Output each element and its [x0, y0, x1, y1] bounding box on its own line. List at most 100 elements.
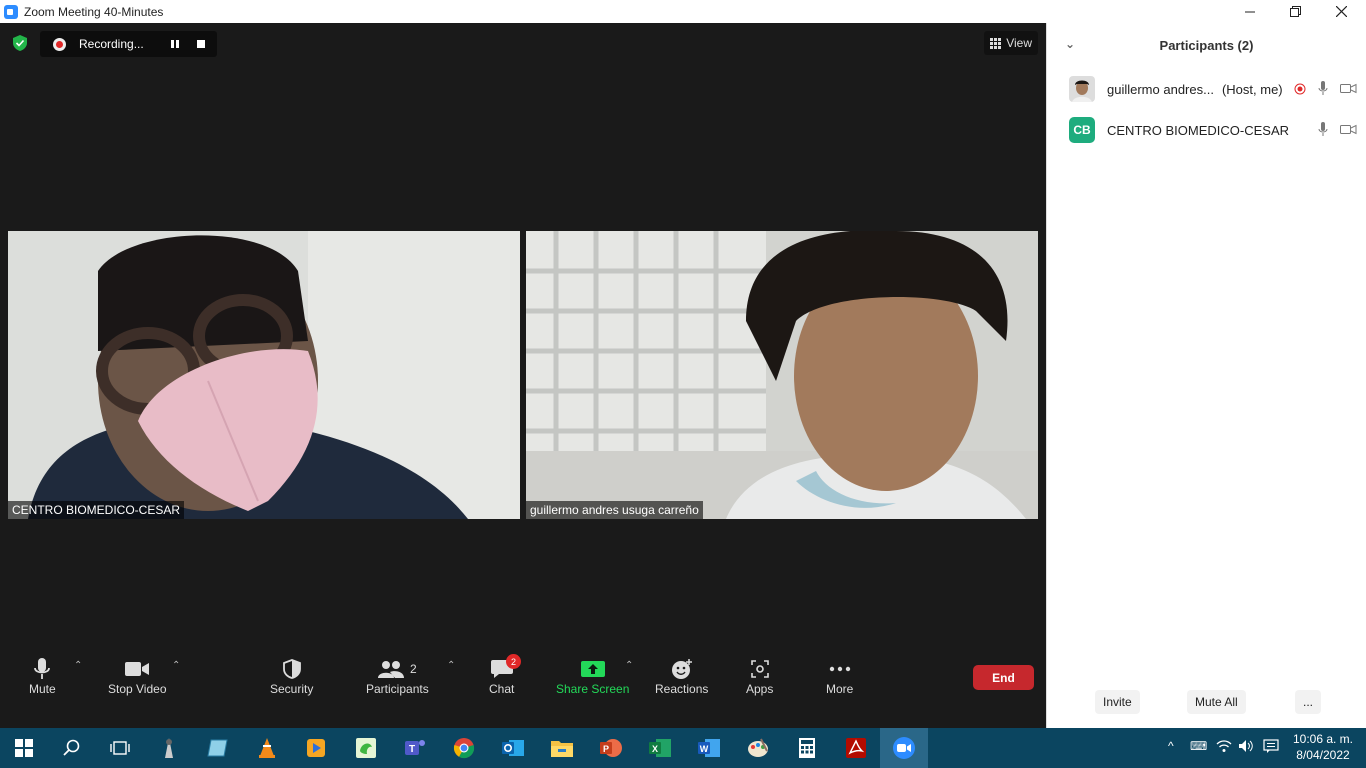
- stop-video-button[interactable]: Stop Video: [108, 656, 167, 696]
- minimize-button[interactable]: [1227, 0, 1273, 23]
- outlook-icon[interactable]: [501, 736, 525, 760]
- mute-button[interactable]: Mute: [29, 656, 56, 696]
- close-button[interactable]: [1318, 0, 1364, 23]
- word-icon[interactable]: W: [697, 736, 721, 760]
- reactions-button[interactable]: Reactions: [655, 656, 708, 696]
- speaker-icon[interactable]: [1238, 739, 1254, 756]
- chevron-up-icon[interactable]: ⌃: [74, 660, 82, 671]
- svg-text:T: T: [409, 744, 415, 755]
- file-explorer-icon[interactable]: [550, 736, 574, 760]
- security-button[interactable]: Security: [270, 656, 313, 696]
- recording-icon: [1294, 83, 1306, 94]
- chevron-up-icon[interactable]: ⌃: [172, 660, 180, 671]
- view-label: View: [1006, 36, 1032, 50]
- microphone-icon: [33, 656, 51, 682]
- recording-indicator: Recording...: [40, 31, 217, 57]
- panel-footer: Invite Mute All ...: [1047, 688, 1366, 718]
- participants-panel: ⌄ Participants (2) guillermo andres... (…: [1046, 23, 1366, 728]
- participant-name: CENTRO BIOMEDICO-CESAR: [1107, 122, 1290, 138]
- meeting-area: Recording... View CENTRO BIOMEDICO-CESAR: [0, 23, 1046, 728]
- participant-video: [526, 231, 1038, 519]
- vlc-icon[interactable]: [255, 736, 279, 760]
- media-player-icon[interactable]: [304, 736, 328, 760]
- recording-dot-icon: [53, 37, 66, 51]
- stop-video-label: Stop Video: [108, 682, 167, 696]
- more-button[interactable]: More: [826, 656, 853, 696]
- app-icon[interactable]: [157, 736, 181, 760]
- search-icon[interactable]: [60, 736, 84, 760]
- security-label: Security: [270, 682, 314, 696]
- invite-button[interactable]: Invite: [1095, 690, 1140, 714]
- clock-date: 8/04/2022: [1296, 748, 1350, 762]
- end-meeting-button[interactable]: End: [973, 665, 1034, 690]
- video-camera-icon[interactable]: [1340, 124, 1357, 135]
- svg-text:X: X: [652, 744, 658, 754]
- zoom-icon[interactable]: [892, 736, 916, 760]
- pause-recording-button[interactable]: [165, 34, 185, 54]
- apps-icon: [750, 656, 770, 682]
- notification-icon[interactable]: [1263, 739, 1279, 756]
- more-label: More: [826, 682, 854, 696]
- restore-button[interactable]: [1272, 0, 1318, 23]
- keyboard-layout-icon[interactable]: ⌨: [1190, 739, 1207, 753]
- chevron-up-icon[interactable]: ⌃: [447, 660, 455, 671]
- svg-text:P: P: [603, 744, 609, 754]
- microphone-icon[interactable]: [1318, 81, 1328, 96]
- chat-unread-badge: 2: [506, 654, 521, 669]
- panel-more-button[interactable]: ...: [1295, 690, 1322, 714]
- participant-row[interactable]: guillermo andres... (Host, me): [1069, 74, 1359, 104]
- chevron-up-icon[interactable]: ^: [1168, 739, 1174, 753]
- video-tile[interactable]: guillermo andres usuga carreño: [526, 231, 1038, 519]
- calculator-icon[interactable]: [795, 736, 819, 760]
- wifi-icon[interactable]: [1216, 739, 1232, 756]
- panel-title: Participants (2): [1159, 37, 1254, 53]
- acrobat-icon[interactable]: [844, 736, 868, 760]
- restore-icon: [1289, 6, 1301, 17]
- windows-start-icon[interactable]: [12, 736, 36, 760]
- teams-icon[interactable]: T: [403, 736, 427, 760]
- task-view-icon[interactable]: [108, 736, 132, 760]
- stop-recording-button[interactable]: [191, 34, 211, 54]
- window-title: Zoom Meeting 40-Minutes: [24, 4, 164, 19]
- participant-video: [8, 231, 520, 519]
- clock-time: 10:06 a. m.: [1292, 732, 1354, 746]
- chevron-up-icon[interactable]: ⌃: [625, 660, 633, 671]
- participants-button[interactable]: 2 Participants: [366, 656, 429, 696]
- reactions-label: Reactions: [655, 682, 709, 696]
- share-screen-label: Share Screen: [556, 682, 630, 696]
- participants-label: Participants: [366, 682, 429, 696]
- apps-button[interactable]: Apps: [746, 656, 773, 696]
- participants-count: 2: [410, 662, 417, 676]
- participant-row[interactable]: CB CENTRO BIOMEDICO-CESAR: [1069, 115, 1359, 145]
- powerpoint-icon[interactable]: P: [599, 736, 623, 760]
- recording-label: Recording...: [79, 37, 144, 51]
- zoom-icon: [4, 4, 18, 19]
- participant-role: (Host, me): [1221, 81, 1283, 97]
- mute-all-button[interactable]: Mute All: [1187, 690, 1246, 714]
- tile-name-label: guillermo andres usuga carreño: [526, 501, 703, 519]
- svg-text:W: W: [700, 744, 709, 754]
- view-button[interactable]: View: [984, 31, 1038, 55]
- system-clock[interactable]: 10:06 a. m. 8/04/2022: [1288, 731, 1358, 763]
- paint-icon[interactable]: [746, 736, 770, 760]
- chevron-down-icon[interactable]: ⌄: [1065, 37, 1075, 51]
- participants-icon: [378, 661, 404, 678]
- avatar: CB: [1069, 117, 1095, 143]
- grid-icon: [990, 37, 1002, 49]
- encryption-shield-icon[interactable]: [10, 33, 30, 53]
- app-icon[interactable]: [354, 736, 378, 760]
- tile-name-label: CENTRO BIOMEDICO-CESAR: [8, 501, 185, 519]
- excel-icon[interactable]: X: [648, 736, 672, 760]
- video-tile[interactable]: CENTRO BIOMEDICO-CESAR: [8, 231, 520, 519]
- security-shield-icon: [282, 656, 301, 682]
- microphone-icon[interactable]: [1318, 122, 1328, 137]
- more-dots-icon: [829, 656, 851, 682]
- windows-taskbar: T P X W ^ ⌨ 10:06 a. m. 8/04/2022: [0, 728, 1366, 768]
- share-screen-icon: [580, 656, 606, 682]
- avatar: [1069, 76, 1095, 102]
- video-camera-icon[interactable]: [1340, 83, 1357, 94]
- share-screen-button[interactable]: Share Screen: [556, 656, 629, 696]
- chrome-icon[interactable]: [452, 736, 476, 760]
- app-icon[interactable]: [206, 736, 230, 760]
- minimize-icon: [1245, 11, 1255, 12]
